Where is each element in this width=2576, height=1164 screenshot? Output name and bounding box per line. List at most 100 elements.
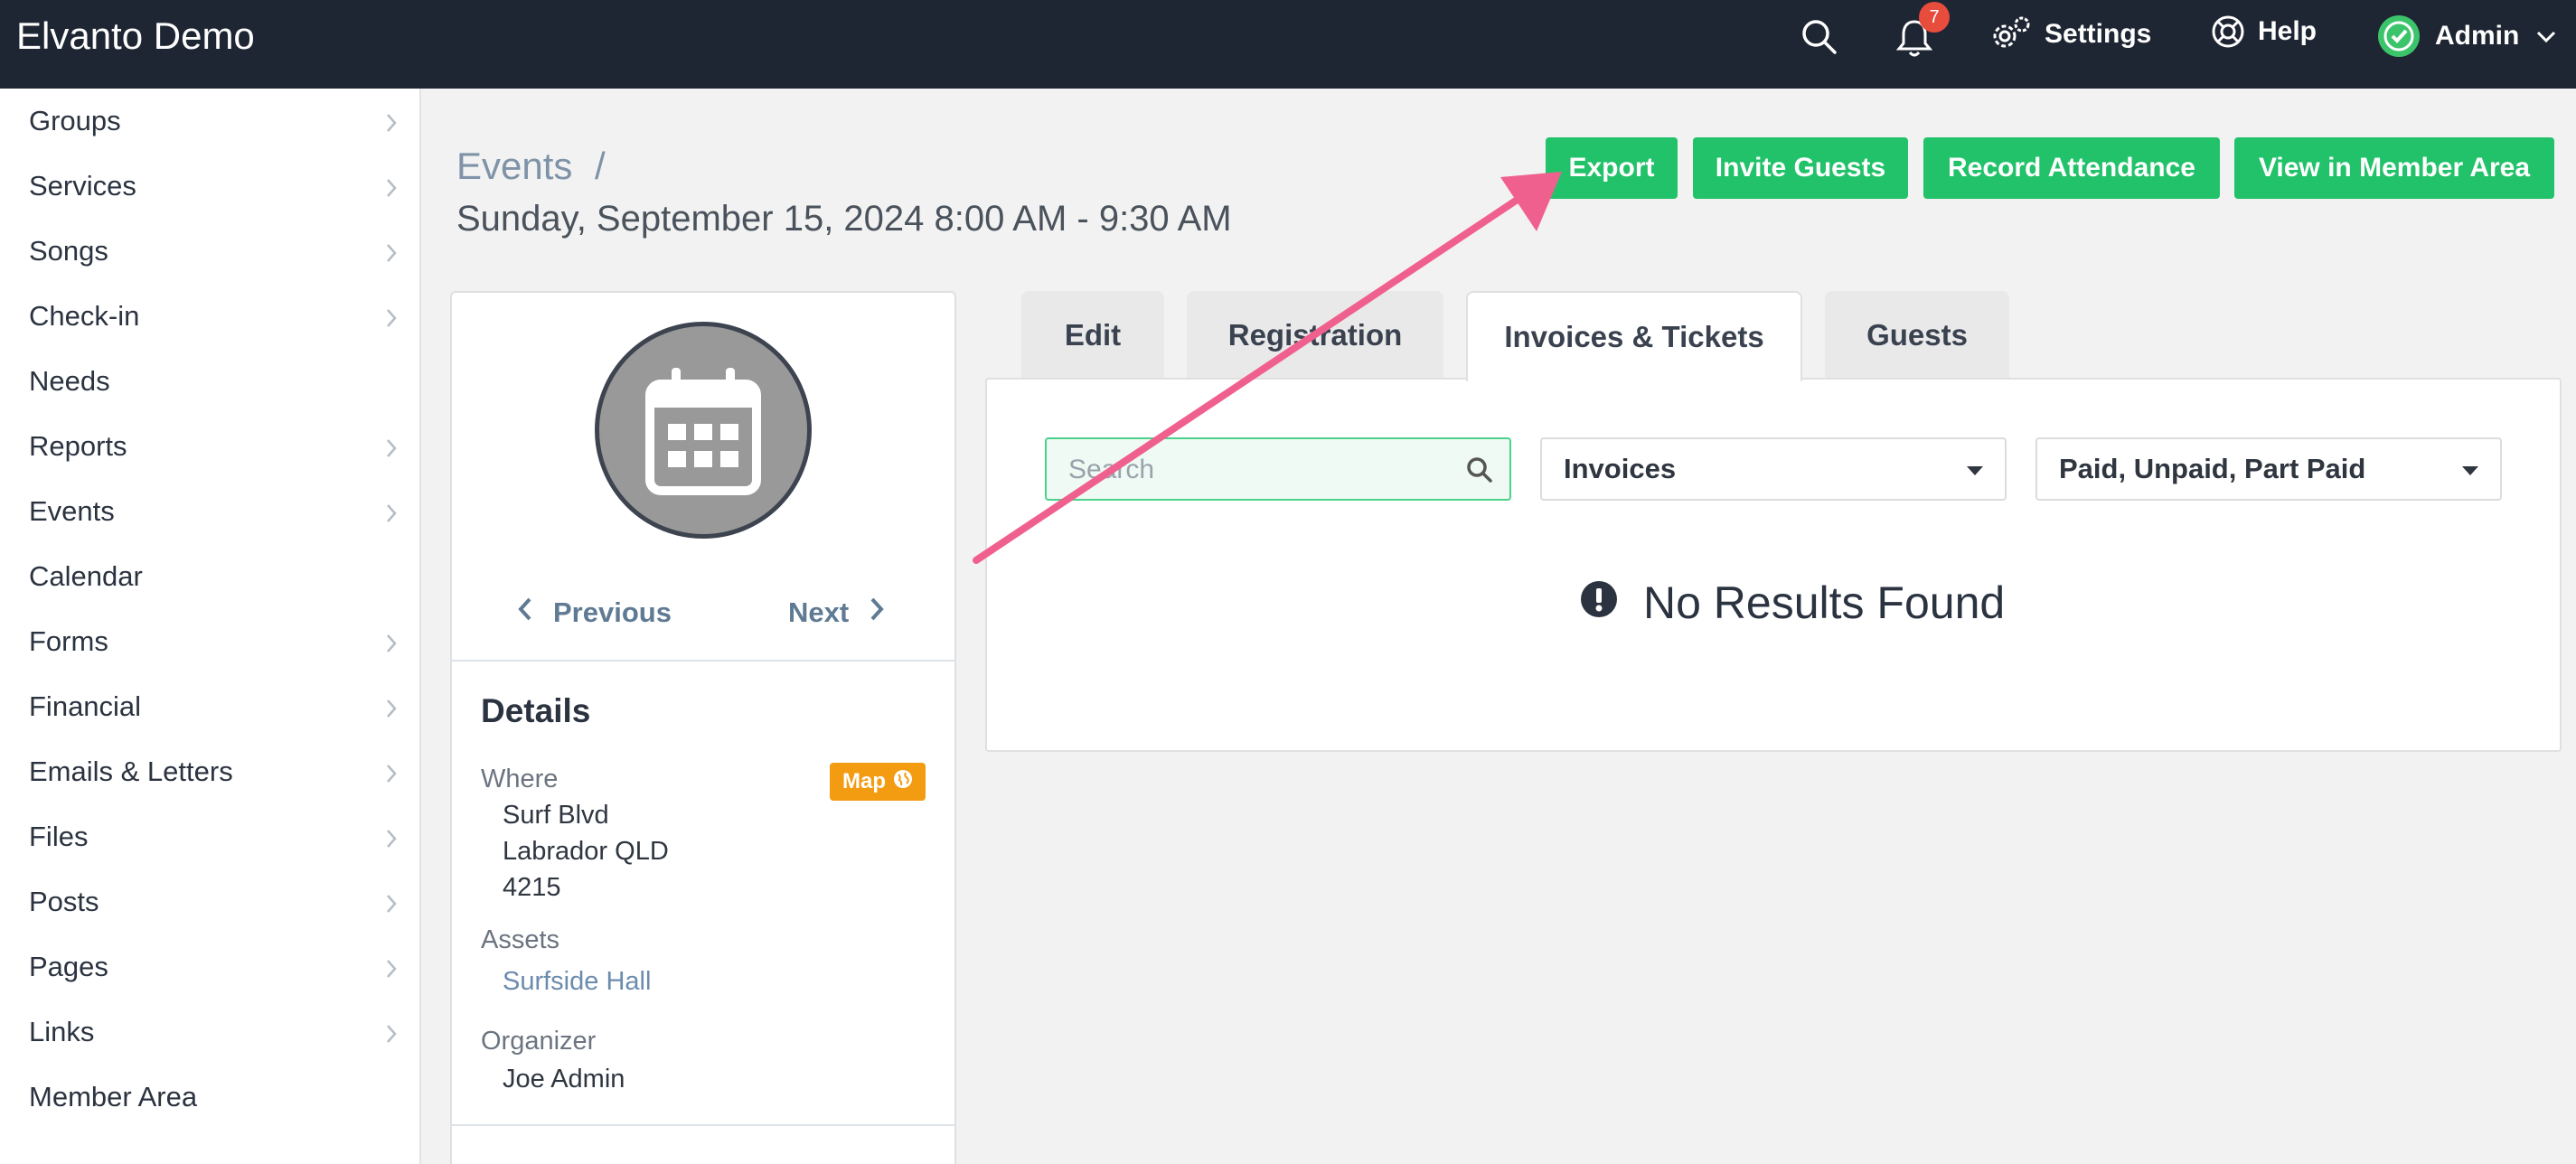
- sidebar-item-files[interactable]: Files: [0, 804, 421, 869]
- caret-down-icon: [2462, 466, 2478, 475]
- chevron-right-icon: [385, 824, 398, 857]
- top-navigation-bar: Elvanto Demo 7 Settings Help Admin: [0, 0, 2576, 89]
- record-attendance-button[interactable]: Record Attendance: [1923, 137, 2220, 199]
- chevron-right-icon: [385, 239, 398, 271]
- chevron-right-icon: [385, 174, 398, 206]
- sidebar-item-links[interactable]: Links: [0, 1000, 421, 1065]
- chevron-right-icon: [385, 434, 398, 466]
- help-label: Help: [2258, 16, 2317, 46]
- tab-guests[interactable]: Guests: [1825, 291, 2009, 380]
- sidebar-item-label: Forms: [29, 625, 108, 657]
- page-title: Sunday, September 15, 2024 8:00 AM - 9:3…: [456, 199, 1232, 239]
- sidebar-item-label: Pages: [29, 951, 108, 982]
- assets-label: Assets: [481, 925, 560, 954]
- sidebar-item-label: Check-in: [29, 300, 140, 332]
- sidebar: Groups Services Songs Check-in Needs Reports E…: [0, 89, 421, 1164]
- search-input[interactable]: [1068, 452, 1448, 488]
- caret-down-icon: [1967, 466, 1983, 475]
- invoice-type-value: Invoices: [1564, 453, 1677, 484]
- payment-status-value: Paid, Unpaid, Part Paid: [2059, 453, 2366, 484]
- exclamation-circle-icon: [1580, 577, 1618, 629]
- settings-menu[interactable]: Settings: [1988, 14, 2151, 54]
- invoice-type-select[interactable]: Invoices: [1540, 437, 2007, 501]
- next-event-link[interactable]: Next: [788, 596, 885, 629]
- calendar-icon: [644, 364, 762, 501]
- sidebar-item-forms[interactable]: Forms: [0, 609, 421, 674]
- sidebar-item-label: Member Area: [29, 1081, 198, 1112]
- admin-label: Admin: [2435, 21, 2520, 51]
- map-label: Map: [842, 769, 886, 793]
- sidebar-item-label: Groups: [29, 105, 121, 136]
- sidebar-item-label: Files: [29, 821, 89, 852]
- chevron-down-icon: [2535, 21, 2557, 52]
- admin-menu[interactable]: Admin: [2377, 14, 2557, 58]
- chevron-right-icon: [385, 759, 398, 792]
- settings-label: Settings: [2045, 19, 2152, 49]
- asset-link[interactable]: Surfside Hall: [503, 967, 651, 997]
- sidebar-item-emails-letters[interactable]: Emails & Letters: [0, 739, 421, 804]
- tab-invoices-tickets[interactable]: Invoices & Tickets: [1466, 291, 1802, 381]
- previous-label: Previous: [553, 596, 672, 628]
- map-button[interactable]: Map: [830, 763, 926, 801]
- panel-divider: [452, 660, 954, 662]
- chevron-right-icon: [869, 596, 885, 629]
- breadcrumb-events-link[interactable]: Events: [456, 145, 572, 188]
- address-line-1: Surf Blvd: [503, 801, 609, 830]
- chevron-right-icon: [385, 694, 398, 727]
- payment-status-select[interactable]: Paid, Unpaid, Part Paid: [2035, 437, 2502, 501]
- sidebar-item-services[interactable]: Services: [0, 154, 421, 219]
- sidebar-item-groups[interactable]: Groups: [0, 89, 421, 154]
- sidebar-item-label: Financial: [29, 690, 142, 722]
- sidebar-item-reports[interactable]: Reports: [0, 414, 421, 479]
- chevron-right-icon: [385, 304, 398, 336]
- tab-registration[interactable]: Registration: [1187, 291, 1443, 380]
- no-results-message: No Results Found: [1643, 577, 2006, 628]
- sidebar-item-financial[interactable]: Financial: [0, 674, 421, 739]
- event-details-panel: Previous Next Details Where Map Surf Blv…: [450, 291, 956, 1164]
- previous-event-link[interactable]: Previous: [517, 596, 672, 629]
- sidebar-item-label: Songs: [29, 235, 108, 267]
- event-avatar: [595, 322, 812, 539]
- sidebar-item-label: Emails & Letters: [29, 756, 233, 787]
- export-button[interactable]: Export: [1546, 137, 1678, 199]
- chevron-right-icon: [385, 1019, 398, 1052]
- sidebar-item-label: Links: [29, 1016, 95, 1047]
- sidebar-item-posts[interactable]: Posts: [0, 869, 421, 934]
- sidebar-item-label: Reports: [29, 430, 127, 462]
- sidebar-item-label: Events: [29, 495, 115, 527]
- chevron-right-icon: [385, 954, 398, 987]
- where-label: Where: [481, 765, 559, 793]
- app-title[interactable]: Elvanto Demo: [16, 14, 255, 58]
- tab-edit[interactable]: Edit: [1021, 291, 1164, 380]
- gear-icon: [1988, 14, 2032, 54]
- help-menu[interactable]: Help: [2211, 14, 2317, 49]
- chevron-left-icon: [517, 596, 533, 629]
- globe-icon: [893, 769, 913, 795]
- notification-badge: 7: [1919, 2, 1950, 33]
- lifebuoy-icon: [2211, 14, 2245, 49]
- search-field[interactable]: [1045, 437, 1511, 501]
- sidebar-item-member-area[interactable]: Member Area: [0, 1065, 421, 1130]
- empty-state: No Results Found: [1580, 577, 2005, 629]
- sidebar-item-label: Calendar: [29, 560, 143, 592]
- sidebar-item-check-in[interactable]: Check-in: [0, 284, 421, 349]
- sidebar-item-label: Needs: [29, 365, 110, 397]
- chevron-right-icon: [385, 499, 398, 531]
- search-icon[interactable]: [1466, 456, 1493, 488]
- chevron-right-icon: [385, 108, 398, 141]
- organizer-value: Joe Admin: [503, 1065, 625, 1094]
- chevron-right-icon: [385, 629, 398, 662]
- sidebar-item-needs[interactable]: Needs: [0, 349, 421, 414]
- sidebar-item-events[interactable]: Events: [0, 479, 421, 544]
- invite-guests-button[interactable]: Invite Guests: [1693, 137, 1908, 199]
- sidebar-item-pages[interactable]: Pages: [0, 934, 421, 1000]
- address-line-3: 4215: [503, 873, 561, 902]
- view-in-member-area-button[interactable]: View in Member Area: [2234, 137, 2554, 199]
- chevron-right-icon: [385, 889, 398, 922]
- user-avatar-icon: [2377, 14, 2421, 58]
- sidebar-item-calendar[interactable]: Calendar: [0, 544, 421, 609]
- breadcrumb-separator: /: [595, 145, 606, 187]
- search-icon[interactable]: [1800, 18, 1838, 61]
- sidebar-item-songs[interactable]: Songs: [0, 219, 421, 284]
- panel-divider-bottom: [452, 1124, 954, 1126]
